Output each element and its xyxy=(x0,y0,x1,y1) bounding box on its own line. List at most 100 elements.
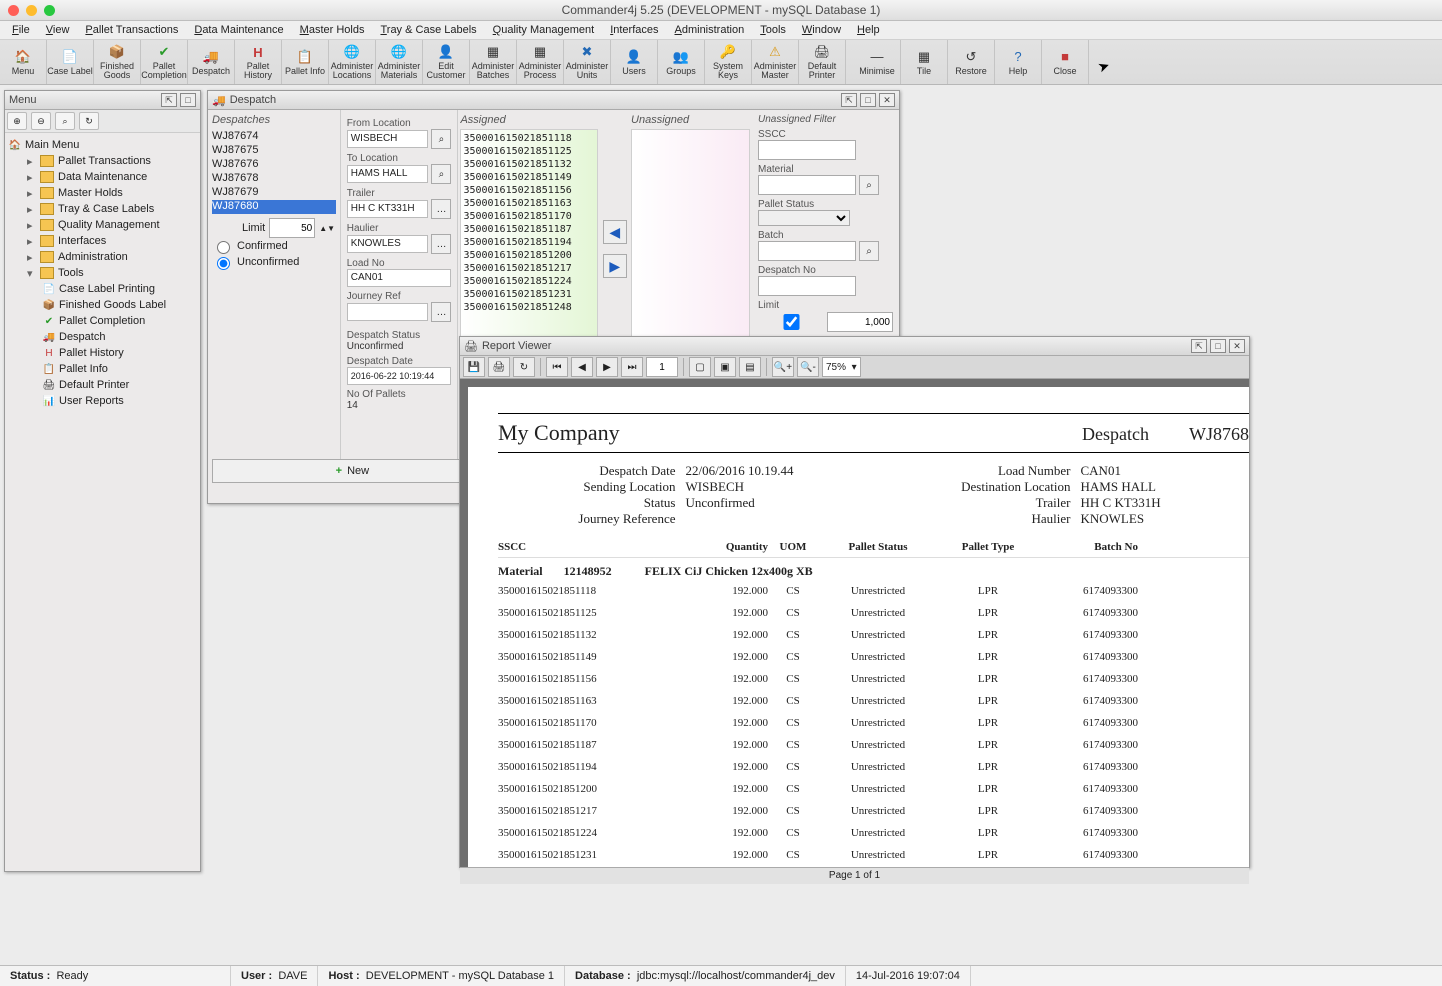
tree-pallet-completion[interactable]: ✔Pallet Completion xyxy=(7,313,198,329)
tool-pallet-info[interactable]: 📋Pallet Info xyxy=(282,40,329,84)
tree-refresh-button[interactable]: ↻ xyxy=(79,112,99,130)
tool-default-printer[interactable]: 🖨Default Printer xyxy=(799,40,846,84)
tool-minimise[interactable]: —Minimise xyxy=(854,40,901,84)
loadno-field[interactable]: CAN01 xyxy=(347,269,452,287)
minimize-window-icon[interactable] xyxy=(26,5,37,16)
fit-width-icon[interactable]: ▤ xyxy=(739,357,761,377)
tool-despatch[interactable]: 🚚Despatch xyxy=(188,40,235,84)
sscc-item[interactable]: 350001615021851125 xyxy=(463,145,595,158)
limit-input[interactable] xyxy=(269,218,315,238)
page-input[interactable] xyxy=(646,357,678,377)
sscc-item[interactable]: 350001615021851200 xyxy=(463,249,595,262)
actual-size-icon[interactable]: ▢ xyxy=(689,357,711,377)
tree-collapse-button[interactable]: ⊖ xyxy=(31,112,51,130)
filter-limit-check[interactable] xyxy=(762,314,821,330)
tree-data-maintenance[interactable]: ▸Data Maintenance xyxy=(7,169,198,185)
filter-sscc-input[interactable] xyxy=(758,140,856,160)
journey-field[interactable] xyxy=(347,303,429,321)
zoom-select[interactable]: 75% ▾ xyxy=(822,357,861,377)
next-page-icon[interactable]: ▶ xyxy=(596,357,618,377)
sscc-item[interactable]: 350001615021851132 xyxy=(463,158,595,171)
menu-interfaces[interactable]: Interfaces xyxy=(604,24,664,36)
lookup-icon[interactable]: ⌕ xyxy=(431,129,451,149)
tool-edit-customer[interactable]: 👤Edit Customer xyxy=(423,40,470,84)
tool-system-keys[interactable]: 🔑System Keys xyxy=(705,40,752,84)
move-right-button[interactable]: ▶ xyxy=(603,254,627,278)
ellipsis-icon[interactable]: … xyxy=(431,199,451,219)
lookup-icon[interactable]: ⌕ xyxy=(859,175,879,195)
tool-finished-goods[interactable]: 📦Finished Goods xyxy=(94,40,141,84)
confirmed-radio[interactable] xyxy=(217,241,230,254)
new-button[interactable]: +New xyxy=(212,459,493,483)
prev-page-icon[interactable]: ◀ xyxy=(571,357,593,377)
maximize-icon[interactable]: □ xyxy=(180,93,196,107)
sscc-item[interactable]: 350001615021851194 xyxy=(463,236,595,249)
trailer-field[interactable]: HH C KT331H xyxy=(347,200,429,218)
menu-administration[interactable]: Administration xyxy=(669,24,751,36)
tree-user-reports[interactable]: 📊User Reports xyxy=(7,393,198,409)
sscc-item[interactable]: 350001615021851149 xyxy=(463,171,595,184)
close-window-icon[interactable] xyxy=(8,5,19,16)
tree-tools[interactable]: ▾Tools xyxy=(7,265,198,281)
tree-administration[interactable]: ▸Administration xyxy=(7,249,198,265)
close-icon[interactable]: ✕ xyxy=(879,93,895,107)
tool-users[interactable]: 👤Users xyxy=(611,40,658,84)
tree-interfaces[interactable]: ▸Interfaces xyxy=(7,233,198,249)
menu-master-holds[interactable]: Master Holds xyxy=(294,24,371,36)
menu-help[interactable]: Help xyxy=(851,24,886,36)
despatch-item[interactable]: WJ87676 xyxy=(212,158,336,172)
sscc-item[interactable]: 350001615021851170 xyxy=(463,210,595,223)
tool-case-label[interactable]: 📄Case Label xyxy=(47,40,94,84)
tree-pallet-info[interactable]: 📋Pallet Info xyxy=(7,361,198,377)
tree-quality-management[interactable]: ▸Quality Management xyxy=(7,217,198,233)
sscc-item[interactable]: 350001615021851156 xyxy=(463,184,595,197)
sscc-item[interactable]: 350001615021851217 xyxy=(463,262,595,275)
fit-page-icon[interactable]: ▣ xyxy=(714,357,736,377)
tool-administer-locations[interactable]: 🌐Administer Locations xyxy=(329,40,376,84)
despatch-item[interactable]: WJ87675 xyxy=(212,144,336,158)
tree-root[interactable]: 🏠Main Menu xyxy=(7,137,198,153)
tool-close[interactable]: ■Close xyxy=(1042,40,1089,84)
filter-despno-input[interactable] xyxy=(758,276,856,296)
despatch-date-field[interactable]: 2016-06-22 10:19:44 xyxy=(347,367,452,385)
move-left-button[interactable]: ◀ xyxy=(603,220,627,244)
tool-pallet-history[interactable]: HPallet History xyxy=(235,40,282,84)
detach-icon[interactable]: ⇱ xyxy=(1191,339,1207,353)
tool-groups[interactable]: 👥Groups xyxy=(658,40,705,84)
tree-case-label-printing[interactable]: 📄Case Label Printing xyxy=(7,281,198,297)
report-viewport[interactable]: My Company Despatch WJ87680 Despatch Dat… xyxy=(460,379,1249,867)
tool-administer-batches[interactable]: ▦Administer Batches xyxy=(470,40,517,84)
menu-pallet-transactions[interactable]: Pallet Transactions xyxy=(79,24,184,36)
tree-expand-button[interactable]: ⊕ xyxy=(7,112,27,130)
sscc-item[interactable]: 350001615021851118 xyxy=(463,132,595,145)
tree-master-holds[interactable]: ▸Master Holds xyxy=(7,185,198,201)
menu-data-maintenance[interactable]: Data Maintenance xyxy=(188,24,289,36)
despatch-item[interactable]: WJ87679 xyxy=(212,186,336,200)
despatches-list[interactable]: Despatches WJ87674WJ87675WJ87676WJ87678W… xyxy=(208,110,341,483)
menu-quality-management[interactable]: Quality Management xyxy=(487,24,601,36)
last-page-icon[interactable]: ⏭ xyxy=(621,357,643,377)
tree-find-button[interactable]: ⌕ xyxy=(55,112,75,130)
zoom-window-icon[interactable] xyxy=(44,5,55,16)
maximize-icon[interactable]: □ xyxy=(1210,339,1226,353)
tree-default-printer[interactable]: 🖨Default Printer xyxy=(7,377,198,393)
zoom-in-icon[interactable]: 🔍+ xyxy=(772,357,794,377)
despatch-item[interactable]: WJ87680 xyxy=(212,200,336,214)
sscc-item[interactable]: 350001615021851187 xyxy=(463,223,595,236)
detach-icon[interactable]: ⇱ xyxy=(161,93,177,107)
menu-tray-case-labels[interactable]: Tray & Case Labels xyxy=(374,24,482,36)
menu-file[interactable]: File xyxy=(6,24,36,36)
to-location-field[interactable]: HAMS HALL xyxy=(347,165,429,183)
despatch-item[interactable]: WJ87674 xyxy=(212,130,336,144)
sscc-item[interactable]: 350001615021851224 xyxy=(463,275,595,288)
filter-palletstatus-select[interactable] xyxy=(758,210,850,226)
menu-view[interactable]: View xyxy=(40,24,76,36)
tree-despatch[interactable]: 🚚Despatch xyxy=(7,329,198,345)
filter-material-input[interactable] xyxy=(758,175,856,195)
tool-restore[interactable]: ↺Restore xyxy=(948,40,995,84)
unconfirmed-radio[interactable] xyxy=(217,257,230,270)
from-location-field[interactable]: WISBECH xyxy=(347,130,429,148)
tool-administer-units[interactable]: ✖Administer Units xyxy=(564,40,611,84)
print-icon[interactable]: 🖨 xyxy=(488,357,510,377)
tool-pallet-completion[interactable]: ✔Pallet Completion xyxy=(141,40,188,84)
